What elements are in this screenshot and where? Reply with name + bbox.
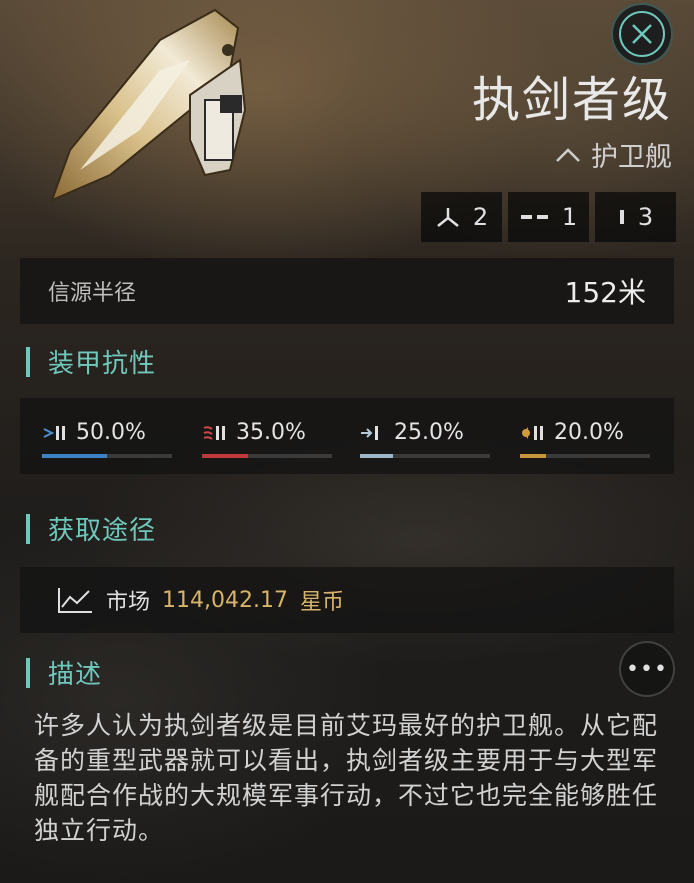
- resist-em-value: 50.0%: [76, 420, 146, 445]
- launcher-hardpoint-icon: [520, 215, 548, 219]
- resist-explosive: 20.0%: [520, 420, 650, 458]
- resist-thermal-fill: [202, 454, 248, 458]
- resist-kinetic-bar: [360, 454, 490, 458]
- turret-hardpoint-icon: [437, 208, 459, 227]
- market-row[interactable]: 市场 114,042.17 星币: [20, 567, 674, 633]
- explosive-damage-icon: [522, 425, 543, 440]
- acquisition-title: 获取途径: [48, 516, 157, 546]
- thermal-damage-icon: [203, 425, 225, 440]
- market-price: 114,042.17: [162, 587, 288, 613]
- resist-thermal-value: 35.0%: [236, 420, 306, 445]
- utility-slot: 3: [595, 192, 676, 242]
- turret-slot: 2: [421, 192, 502, 242]
- market-chart-icon: [58, 588, 92, 613]
- ship-class: 护卫舰: [555, 135, 672, 174]
- armor-resist-header: 装甲抗性: [26, 343, 156, 380]
- utility-count: 3: [637, 203, 654, 231]
- ship-class-label: 护卫舰: [591, 142, 672, 173]
- armor-resist-panel: 50.0% 35.0% 25.0% 20.0%: [20, 398, 674, 474]
- resist-em-bar: [42, 454, 172, 458]
- resist-kinetic-fill: [360, 454, 393, 458]
- utility-slot-icon: [619, 210, 624, 224]
- kinetic-damage-icon: [361, 425, 378, 440]
- resist-explosive-value: 20.0%: [554, 420, 624, 445]
- resist-em-fill: [42, 454, 107, 458]
- market-currency: 星币: [299, 590, 344, 615]
- resist-thermal: 35.0%: [202, 420, 332, 458]
- acquisition-header: 获取途径: [26, 510, 156, 547]
- signature-radius-value: 152米: [564, 276, 646, 309]
- more-icon: •••: [626, 656, 668, 682]
- description-text: 许多人认为执剑者级是目前艾玛最好的护卫舰。从它配备的重型武器就可以看出，执剑者级…: [34, 711, 659, 845]
- close-icon: [619, 11, 665, 57]
- description-header: 描述: [26, 654, 102, 691]
- ship-image: [50, 8, 247, 202]
- resist-explosive-fill: [520, 454, 546, 458]
- launcher-count: 1: [561, 203, 578, 231]
- signature-radius-row: 信源半径 152米: [20, 258, 674, 324]
- description-title: 描述: [48, 660, 103, 690]
- slot-summary: 2 1 3: [421, 192, 676, 242]
- section-marker: [26, 657, 30, 688]
- market-label: 市场: [106, 590, 151, 615]
- armor-resist-title: 装甲抗性: [48, 349, 157, 379]
- section-marker: [26, 346, 30, 377]
- launcher-slot: 1: [508, 192, 589, 242]
- resist-thermal-bar: [202, 454, 332, 458]
- ship-name: 执剑者级: [471, 72, 672, 128]
- resist-em: 50.0%: [42, 420, 172, 458]
- more-options-button[interactable]: •••: [619, 641, 675, 697]
- resist-kinetic: 25.0%: [360, 420, 490, 458]
- triangle-up-icon: [556, 147, 580, 162]
- resist-kinetic-value: 25.0%: [394, 420, 464, 445]
- section-marker: [26, 513, 30, 544]
- em-damage-icon: [43, 425, 65, 440]
- resist-explosive-bar: [520, 454, 650, 458]
- signature-radius-label: 信源半径: [48, 281, 137, 306]
- turret-count: 2: [472, 203, 489, 231]
- close-button[interactable]: [611, 3, 673, 65]
